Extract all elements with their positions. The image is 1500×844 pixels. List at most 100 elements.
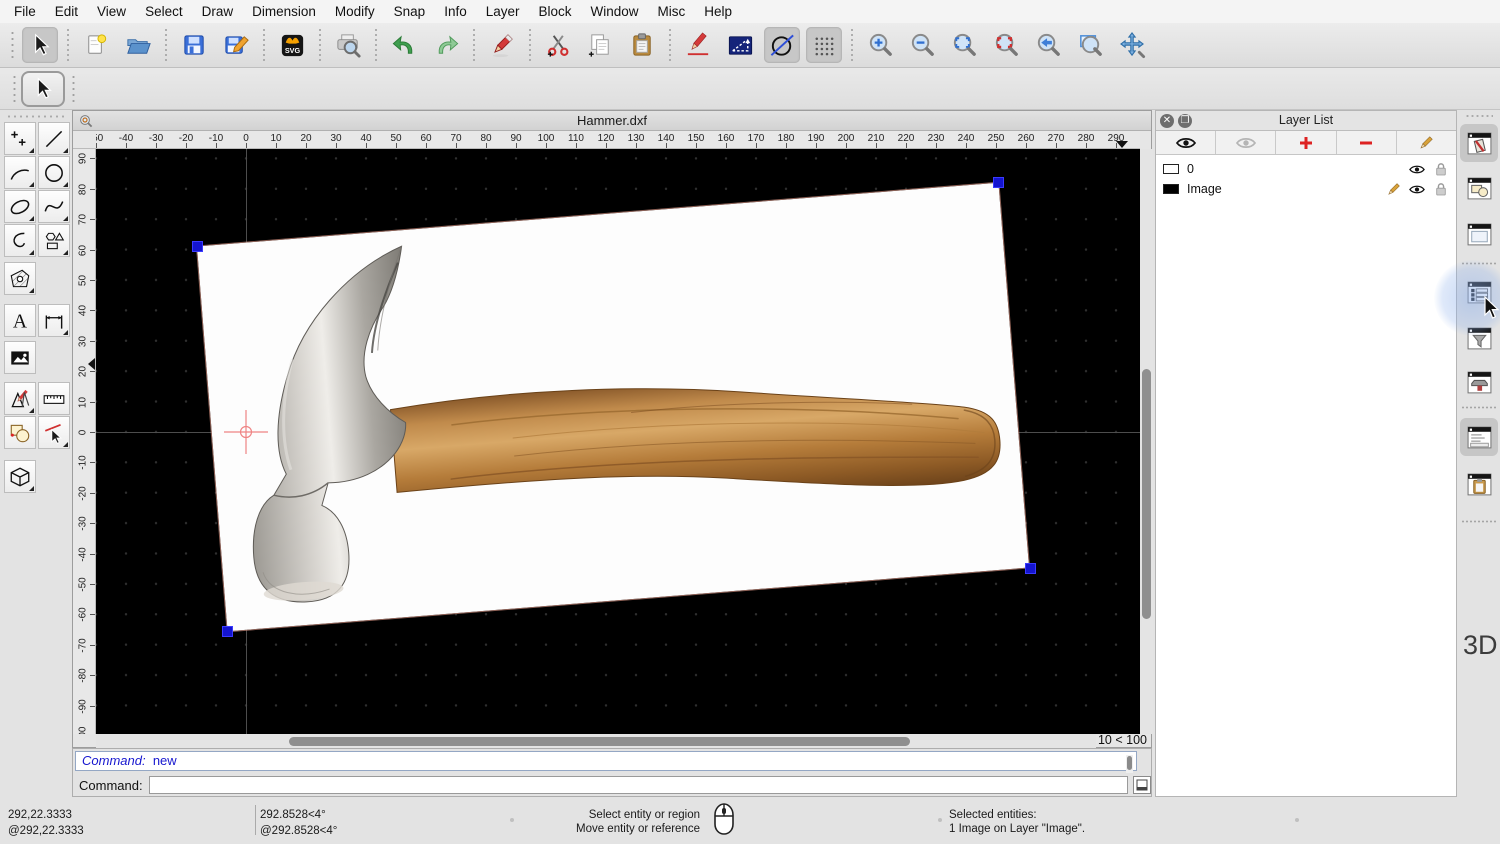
- remove-layer-button[interactable]: [1337, 131, 1397, 154]
- 3d-label[interactable]: 3D: [1463, 630, 1498, 661]
- save-file-button[interactable]: [176, 27, 212, 63]
- redo-button[interactable]: [428, 27, 464, 63]
- menu-item-block[interactable]: Block: [539, 4, 572, 19]
- horizontal-scrollbar-thumb[interactable]: [289, 737, 910, 746]
- line-tools-button[interactable]: [38, 122, 70, 155]
- point-tools-button[interactable]: [4, 122, 36, 155]
- new-file-button[interactable]: [78, 27, 114, 63]
- palette-handle[interactable]: [6, 114, 66, 119]
- modify-select-tools-button[interactable]: [38, 416, 70, 449]
- shape-tools-button[interactable]: [38, 224, 70, 257]
- menu-item-info[interactable]: Info: [444, 4, 467, 19]
- measure-tool-button[interactable]: [38, 382, 70, 415]
- angle-reference-button[interactable]: [722, 27, 758, 63]
- layer-color-swatch[interactable]: [1163, 184, 1179, 194]
- toolbar-handle[interactable]: [71, 72, 76, 106]
- library-browser-panel-button[interactable]: [1465, 220, 1493, 248]
- hide-all-layers-button[interactable]: [1216, 131, 1276, 154]
- toolbar-handle[interactable]: [10, 28, 15, 62]
- viewport-list-panel-button[interactable]: [1465, 368, 1493, 396]
- layer-row-0[interactable]: 0: [1156, 159, 1456, 179]
- text-tool-icon: A: [8, 309, 32, 333]
- layer-color-swatch[interactable]: [1163, 164, 1179, 174]
- dimension-tools-button[interactable]: [38, 304, 70, 337]
- draw-over-line-button[interactable]: [680, 27, 716, 63]
- layer-row-image[interactable]: Image: [1156, 179, 1456, 199]
- selection-handle-bottom-left[interactable]: [222, 626, 233, 637]
- cut-button[interactable]: [540, 27, 576, 63]
- menu-item-view[interactable]: View: [97, 4, 126, 19]
- print-preview-button[interactable]: [330, 27, 366, 63]
- zoom-window-button[interactable]: [1072, 27, 1108, 63]
- menu-item-misc[interactable]: Misc: [658, 4, 686, 19]
- ellipse-tools-button[interactable]: [4, 190, 36, 223]
- zoom-selection-button[interactable]: [988, 27, 1024, 63]
- menu-item-modify[interactable]: Modify: [335, 4, 375, 19]
- command-history-scrollbar[interactable]: [1126, 755, 1133, 773]
- zoom-out-button[interactable]: [904, 27, 940, 63]
- layer-lock-toggle[interactable]: [1432, 162, 1450, 176]
- selection-handle-bottom-right[interactable]: [1025, 563, 1036, 574]
- vertical-scrollbar[interactable]: [1140, 149, 1153, 734]
- block-list-panel-button[interactable]: [1465, 174, 1493, 202]
- construction-toggle-button[interactable]: [764, 27, 800, 63]
- zoom-pan-button[interactable]: [1114, 27, 1150, 63]
- drawing-canvas[interactable]: [96, 149, 1140, 734]
- close-panel-button[interactable]: ✕: [1160, 114, 1174, 128]
- selection-filter-panel-button[interactable]: [1465, 324, 1493, 352]
- selection-handle-top-right[interactable]: [993, 177, 1004, 188]
- layer-visibility-toggle[interactable]: [1408, 164, 1426, 175]
- horizontal-scrollbar[interactable]: [96, 734, 1096, 749]
- zoom-previous-button[interactable]: [1030, 27, 1066, 63]
- paste-button[interactable]: [624, 27, 660, 63]
- menu-item-layer[interactable]: Layer: [486, 4, 520, 19]
- document-title-bar[interactable]: Hammer.dxf: [73, 111, 1151, 131]
- selection-handle-top-left[interactable]: [192, 241, 203, 252]
- layer-lock-toggle[interactable]: [1432, 182, 1450, 196]
- selection-arrow-button[interactable]: [22, 27, 58, 63]
- show-all-layers-button[interactable]: [1156, 131, 1216, 154]
- menu-item-window[interactable]: Window: [591, 4, 639, 19]
- sidebar-handle[interactable]: [1465, 114, 1493, 118]
- layer-visibility-toggle[interactable]: [1408, 184, 1426, 195]
- delete-pencil-button[interactable]: [484, 27, 520, 63]
- polyline-tools-button[interactable]: [4, 224, 36, 257]
- zoom-in-button[interactable]: [862, 27, 898, 63]
- float-panel-button[interactable]: ❐: [1178, 114, 1192, 128]
- arc-tools-button[interactable]: [4, 156, 36, 189]
- command-input[interactable]: [149, 776, 1128, 794]
- solid-3d-tools-button[interactable]: [4, 460, 36, 493]
- menu-item-edit[interactable]: Edit: [55, 4, 78, 19]
- svg-export-button[interactable]: SVG: [274, 27, 310, 63]
- toolbar-handle[interactable]: [12, 72, 17, 106]
- grid-toggle-button[interactable]: [806, 27, 842, 63]
- image-tool-button[interactable]: [4, 341, 36, 374]
- command-line-panel-button[interactable]: [1460, 418, 1498, 456]
- text-tool-button[interactable]: A: [4, 304, 36, 337]
- draw-misc-tools-button[interactable]: [4, 382, 36, 415]
- polyline-tools-icon: [8, 229, 32, 253]
- spline-tools-button[interactable]: [38, 190, 70, 223]
- zoom-auto-button[interactable]: [946, 27, 982, 63]
- hatch-tools-button[interactable]: [4, 262, 36, 295]
- save-as-button[interactable]: [218, 27, 254, 63]
- vertical-scrollbar-thumb[interactable]: [1142, 369, 1151, 619]
- edit-layer-button[interactable]: [1397, 131, 1456, 154]
- menu-item-help[interactable]: Help: [704, 4, 732, 19]
- open-file-button[interactable]: [120, 27, 156, 63]
- add-layer-button[interactable]: [1276, 131, 1336, 154]
- property-editor-panel-button[interactable]: [1460, 124, 1498, 162]
- current-tool-button[interactable]: [21, 71, 65, 107]
- menu-item-dimension[interactable]: Dimension: [252, 4, 316, 19]
- circle-tools-button[interactable]: [38, 156, 70, 189]
- menu-item-select[interactable]: Select: [145, 4, 183, 19]
- copy-button[interactable]: [582, 27, 618, 63]
- modify-tools-button[interactable]: [4, 416, 36, 449]
- clipboard-panel-panel-button[interactable]: [1465, 470, 1493, 498]
- undo-button[interactable]: [386, 27, 422, 63]
- inserted-image-entity[interactable]: [197, 183, 1029, 632]
- menu-item-draw[interactable]: Draw: [202, 4, 234, 19]
- menu-item-snap[interactable]: Snap: [394, 4, 426, 19]
- menu-item-file[interactable]: File: [14, 4, 36, 19]
- command-detach-button[interactable]: [1133, 776, 1151, 794]
